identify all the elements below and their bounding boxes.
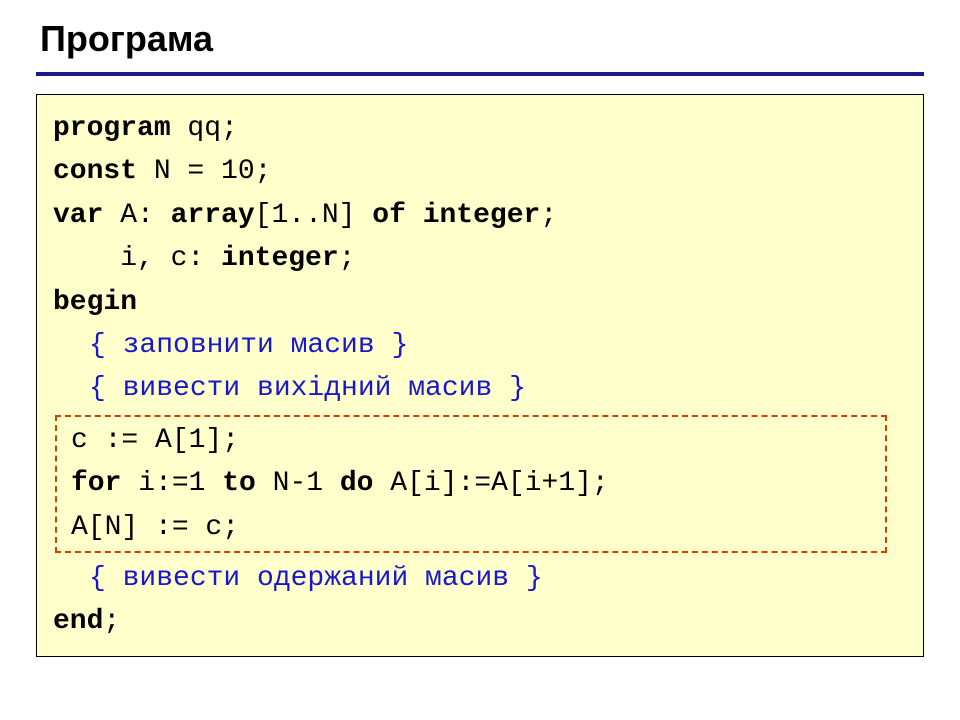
keyword-integer: integer (221, 243, 339, 274)
code-text (406, 200, 423, 231)
code-line-3: var A: array[1..N] of integer; (53, 194, 907, 237)
code-text: A: (103, 200, 170, 231)
code-text: ; (540, 200, 557, 231)
code-line-5: begin (53, 281, 907, 324)
code-comment-1: { заповнити масив } (53, 324, 907, 367)
page-title: Програма (40, 18, 924, 60)
code-comment-3: { вивести одержаний масив } (53, 557, 907, 600)
code-line-2: const N = 10; (53, 150, 907, 193)
code-line-4: i, c: integer; (53, 237, 907, 280)
keyword-do: do (340, 468, 374, 499)
code-text: N = 10; (137, 156, 271, 187)
highlighted-block: c := A[1]; for i:=1 to N-1 do A[i]:=A[i+… (55, 415, 887, 553)
keyword-const: const (53, 156, 137, 187)
code-text: i:=1 (121, 468, 222, 499)
slide: Програма program qq; const N = 10; var A… (0, 0, 960, 657)
code-line-d1: c := A[1]; (71, 419, 885, 462)
keyword-program: program (53, 113, 171, 144)
code-line-d2: for i:=1 to N-1 do A[i]:=A[i+1]; (71, 462, 885, 505)
code-line-1: program qq; (53, 107, 907, 150)
keyword-begin: begin (53, 287, 137, 318)
keyword-var: var (53, 200, 103, 231)
title-rule (36, 72, 924, 76)
keyword-for: for (71, 468, 121, 499)
keyword-end: end (53, 606, 103, 637)
code-text: A[i]:=A[i+1]; (373, 468, 608, 499)
code-line-end: end; (53, 600, 907, 643)
code-text: qq; (171, 113, 238, 144)
code-text: i, c: (53, 243, 221, 274)
code-text: ; (339, 243, 356, 274)
code-text: ; (103, 606, 120, 637)
keyword-array: array (171, 200, 255, 231)
keyword-to: to (222, 468, 256, 499)
keyword-of: of (372, 200, 406, 231)
code-block: program qq; const N = 10; var A: array[1… (36, 94, 924, 657)
code-line-d3: A[N] := c; (71, 506, 885, 549)
code-text: N-1 (256, 468, 340, 499)
keyword-integer: integer (423, 200, 541, 231)
code-text: [1..N] (255, 200, 373, 231)
code-comment-2: { вивести вихідний масив } (53, 367, 907, 410)
